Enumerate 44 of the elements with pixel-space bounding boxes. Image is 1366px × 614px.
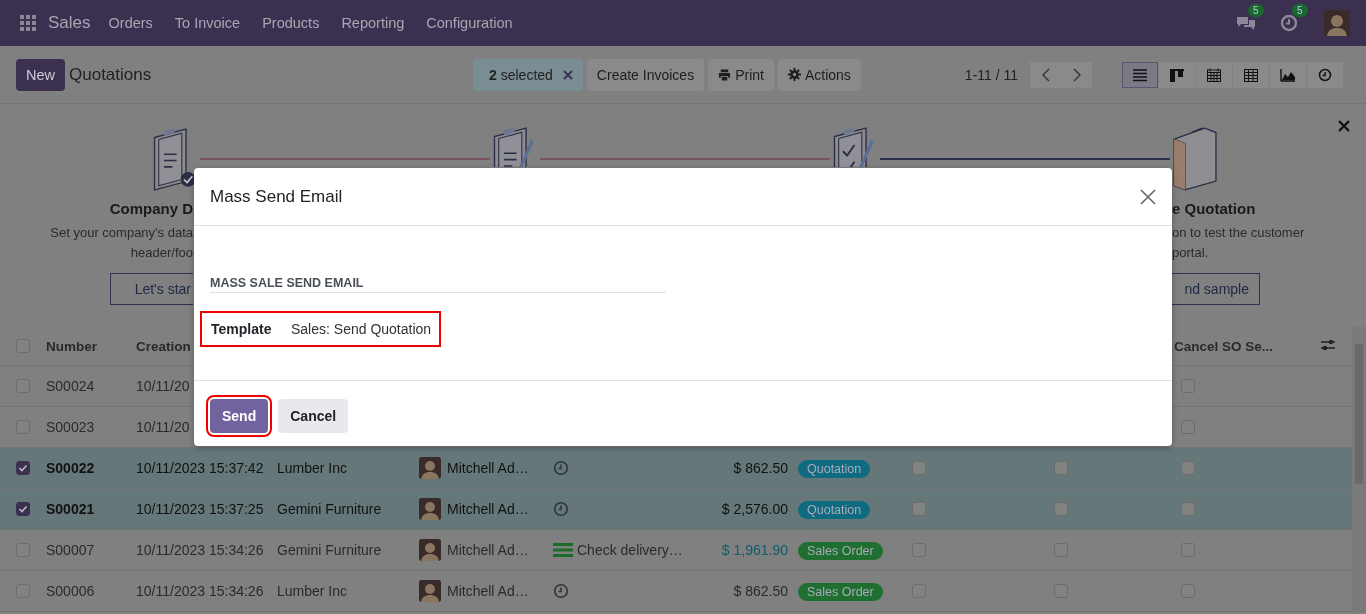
- table-cell: Mitchell Ad…: [447, 501, 529, 517]
- step-description: on to test the customer: [1172, 224, 1305, 242]
- table-cell: Mitchell Ad…: [447, 460, 529, 476]
- step-description: Set your company's data: [50, 224, 193, 242]
- step-description: header/foo: [130, 244, 193, 262]
- table-cell: Mitchell Ad…: [447, 542, 529, 558]
- table-cell: 10/11/2023 15:34:26: [136, 583, 264, 599]
- status-badge: Quotation: [798, 501, 871, 519]
- table-cell: Check delivery…: [577, 542, 683, 558]
- step-title: Company D: [109, 200, 193, 217]
- step-description: portal.: [1172, 244, 1209, 262]
- status-badge: Sales Order: [798, 542, 883, 560]
- page-title: Quotations: [69, 64, 153, 85]
- table-cell: Gemini Furniture: [277, 542, 382, 558]
- table-cell: S00021: [46, 501, 95, 517]
- count-badge: 5: [1292, 4, 1308, 17]
- table-cell: Gemini Furniture: [277, 501, 382, 517]
- table-cell-text: $ 1,961.90: [720, 542, 789, 558]
- table-cell: 10/11/2023 15:34:26: [136, 542, 264, 558]
- section-heading: MASS SALE SEND EMAIL: [210, 276, 666, 293]
- step-title: e Quotation: [1172, 200, 1256, 217]
- table-cell-text: $ 2,576.00: [720, 501, 789, 517]
- table-cell: S00006: [46, 583, 95, 599]
- table-cell: S00022: [46, 460, 95, 476]
- table-cell: Lumber Inc: [277, 583, 348, 599]
- field-value: Sales: Send Quotation: [291, 321, 432, 337]
- pager-value: 1-11 / 11: [964, 66, 1019, 83]
- table-cell: S00007: [46, 542, 95, 558]
- table-cell: 10/11/20: [136, 419, 190, 435]
- status-badge: Quotation: [798, 460, 871, 478]
- selection-label: 2 selected: [489, 66, 553, 83]
- table-cell: S00023: [46, 419, 95, 435]
- table-cell: Lumber Inc: [277, 460, 348, 476]
- table-cell-text: $ 862.50: [732, 460, 789, 476]
- status-badge: Sales Order: [798, 583, 883, 601]
- table-cell: Mitchell Ad…: [447, 583, 529, 599]
- count-badge: 5: [1248, 4, 1264, 17]
- dialog-title: Mass Send Email: [210, 186, 344, 207]
- table-cell: S00024: [46, 378, 95, 394]
- table-cell: 10/11/2023 15:37:25: [136, 501, 264, 517]
- field-label: Template: [211, 321, 273, 337]
- table-cell-text: $ 862.50: [732, 583, 789, 599]
- table-cell: 10/11/2023 15:37:42: [136, 460, 264, 476]
- table-cell: 10/11/20: [136, 378, 190, 394]
